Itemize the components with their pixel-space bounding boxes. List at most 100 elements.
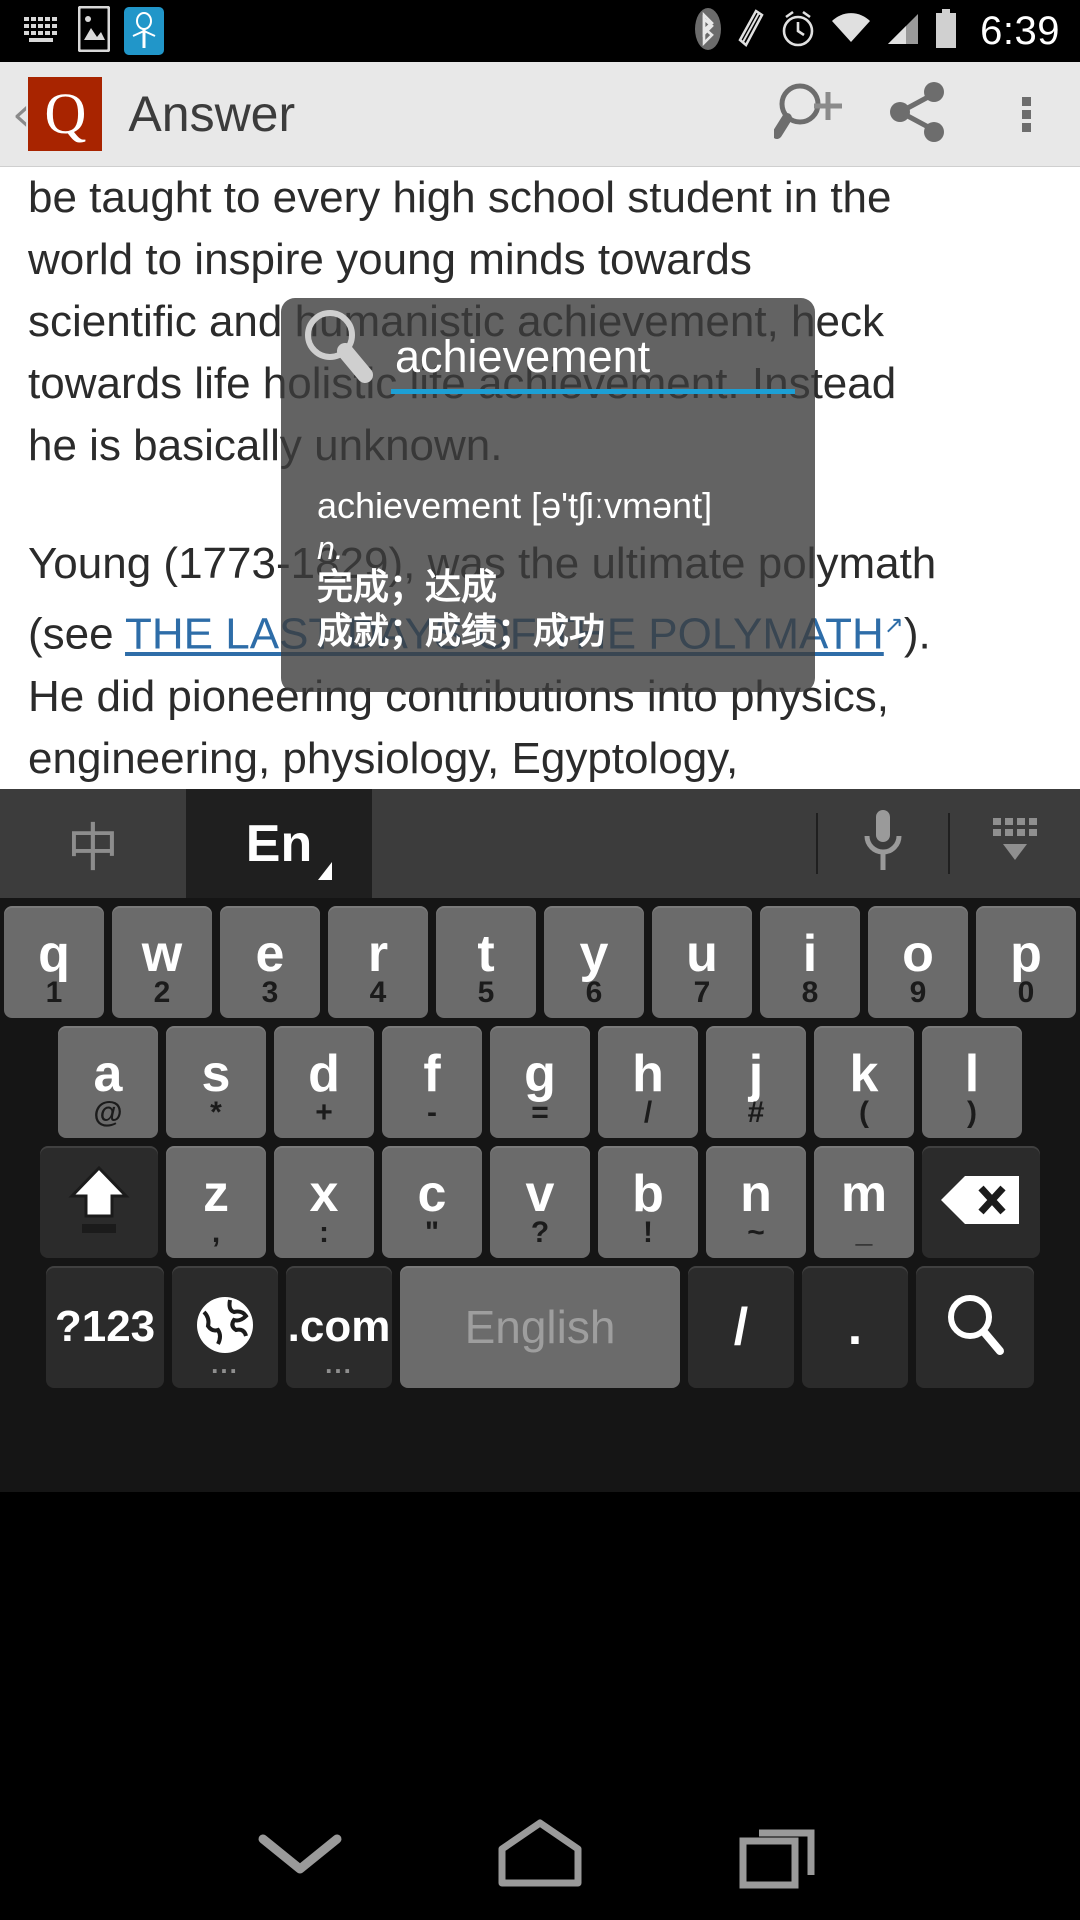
key-q[interactable]: q1 [4,906,104,1018]
dictionary-headword-line: achievement [ə'tʃiːvmənt] [317,484,815,528]
signal-icon [886,12,920,51]
dictionary-search-row: achievement [281,298,815,394]
dictionary-definition: 成就；成绩；成功 [317,611,606,652]
key-c[interactable]: c " [382,1146,482,1258]
recents-icon [739,1819,821,1894]
english-language-label: En [246,814,333,880]
soft-keyboard[interactable]: 中 En q 1 w 2 e 3 r 4 t 5 y 6 u 7 i 8 o 9… [0,789,1080,1492]
microphone-icon [857,806,909,881]
share-icon [886,80,950,149]
article-line: engineering, physiology, Egyptology, [28,733,739,783]
key-x[interactable]: x: [274,1146,374,1258]
quora-logo[interactable]: Q [28,77,103,151]
key-r[interactable]: r4 [328,906,428,1018]
key-search[interactable] [916,1266,1034,1388]
key-e[interactable]: e3 [220,906,320,1018]
vibrate-icon [736,7,766,56]
key-s[interactable]: s * [166,1026,266,1138]
keyboard-toolbar: 中 En [0,789,1080,898]
key-shift[interactable] [40,1146,158,1258]
alarm-icon [780,9,816,54]
key-a[interactable]: a @ [58,1026,158,1138]
key-u[interactable]: u7 [652,906,752,1018]
dictionary-headword: achievement [317,485,522,526]
article-line: be taught to every high school student i… [28,173,892,222]
key-z[interactable]: z, [166,1146,266,1258]
backspace-icon [939,1172,1023,1233]
status-bar-left-icons [0,5,164,57]
status-bar: 6:39 [0,0,1080,62]
article-line: world to inspire young minds towards [28,235,752,284]
back-down-chevron-icon [255,1829,345,1884]
key-l[interactable]: l) [922,1026,1022,1138]
search-plus-button[interactable] [756,62,864,167]
lang-caret-icon [318,861,333,880]
key-j[interactable]: j # [706,1026,806,1138]
keyboard-icon [22,14,64,49]
back-down-chevron-button[interactable] [180,1792,420,1920]
dictionary-entry: achievement [ə'tʃiːvmənt] n. 完成；达成 成就；成绩… [281,394,815,654]
keyboard-row-3: z, x: c " v? b! n ~ m _ [0,1146,1080,1258]
status-bar-clock: 6:39 [980,8,1060,53]
home-icon [496,1819,584,1894]
keyboard-toolbar-spacer [372,789,816,898]
app-bar-actions [756,62,1080,167]
key-w[interactable]: w2 [112,906,212,1018]
search-plus-icon [772,80,846,149]
dictionary-phonetic: [ə'tʃiːvmənt] [531,485,713,526]
navigation-bar [0,1792,1080,1920]
key-slash[interactable]: / [688,1266,794,1388]
recents-button[interactable] [660,1792,900,1920]
search-icon [944,1293,1006,1362]
key-o[interactable]: o9 [868,906,968,1018]
key-t[interactable]: t5 [436,906,536,1018]
keyboard-row-4: ?123 ... .com ... English / . [0,1266,1080,1388]
keyboard-keys: q1 w2 e3 r4 t5 y6 u7 i8 o9 p0 a @ s * d + f… [0,898,1080,1388]
key-g[interactable]: g = [490,1026,590,1138]
dictionary-popup[interactable]: achievement achievement [ə'tʃiːvmənt] n.… [281,298,815,692]
language-english-button[interactable]: En [186,789,372,898]
key-h[interactable]: h / [598,1026,698,1138]
home-button[interactable] [420,1792,660,1920]
hide-keyboard-button[interactable] [950,789,1080,898]
chinese-language-label: 中 [66,819,119,879]
key-y[interactable]: y6 [544,906,644,1018]
dictionary-definition: 完成；达成 [317,567,498,608]
bluetooth-icon [694,7,722,56]
key-i[interactable]: i8 [760,906,860,1018]
dictionary-part-of-speech: n. [317,530,344,566]
voice-input-button[interactable] [818,789,948,898]
overflow-menu-button[interactable] [972,62,1080,167]
share-button[interactable] [864,62,972,167]
key-f[interactable]: f- [382,1026,482,1138]
article-paren-close: ). [903,609,931,659]
page-title: Answer [128,86,296,142]
key-b[interactable]: b! [598,1146,698,1258]
article-see-text: (see [28,609,126,659]
key-m[interactable]: m _ [814,1146,914,1258]
key-backspace[interactable] [922,1146,1040,1258]
dictionary-query-field[interactable]: achievement [391,331,795,394]
hide-keyboard-icon [987,814,1043,873]
overflow-menu-icon [1021,93,1031,136]
image-icon [77,5,111,57]
app-bar: ‹ Q Answer [0,62,1080,167]
external-link-icon: ↗ [883,612,904,639]
language-chinese-button[interactable]: 中 [0,789,186,898]
key-symbols[interactable]: ?123 [46,1266,164,1388]
key-dot-com[interactable]: .com ... [286,1266,392,1388]
magnifier-icon[interactable] [299,307,377,390]
key-space[interactable]: English [400,1266,680,1388]
dictionary-query-underline [391,389,795,394]
key-d[interactable]: d + [274,1026,374,1138]
status-bar-right-icons: 6:39 [694,7,1080,56]
keyboard-row-2: a @ s * d + f- g = h / j # k( l) [0,1026,1080,1138]
dictionary-app-icon [124,7,164,55]
phone-screen: 6:39 ‹ Q Answer be taught to every high … [0,0,1080,1920]
key-p[interactable]: p0 [976,906,1076,1018]
key-period[interactable]: . [802,1266,908,1388]
key-k[interactable]: k( [814,1026,914,1138]
key-v[interactable]: v? [490,1146,590,1258]
key-n[interactable]: n ~ [706,1146,806,1258]
key-language-switch[interactable]: ... [172,1266,278,1388]
